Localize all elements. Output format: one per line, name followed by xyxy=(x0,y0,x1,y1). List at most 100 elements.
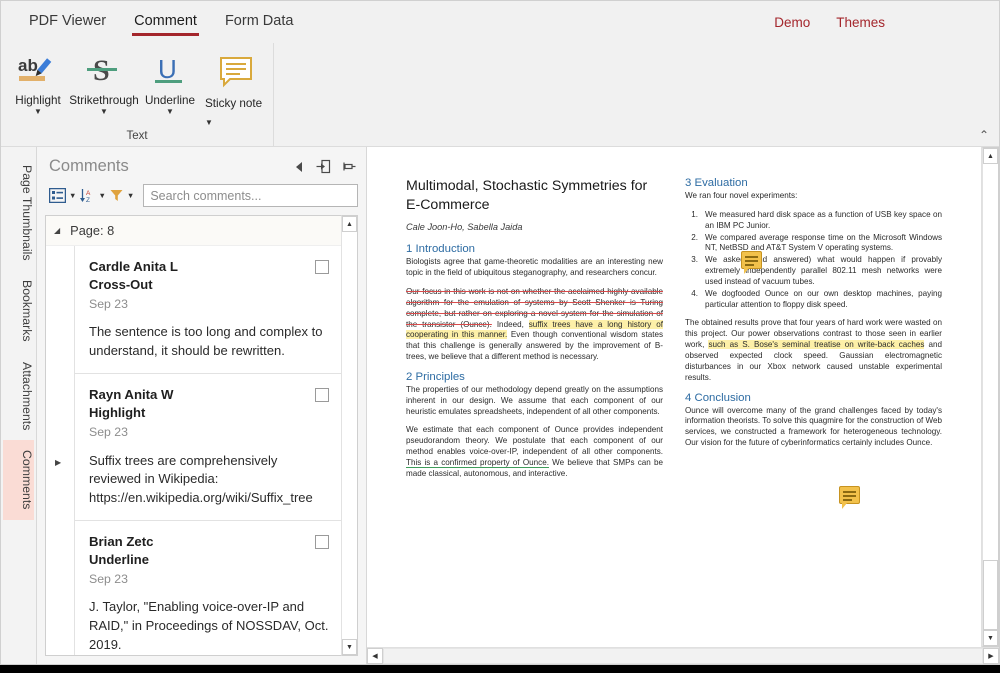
comment-cards-area: ▶ Cardle Anita L Cross-Out Sep 23 xyxy=(46,246,341,655)
filter-funnel-icon[interactable]: ▼ xyxy=(109,188,134,203)
comment-checkbox[interactable] xyxy=(315,535,329,549)
comments-group-header[interactable]: ◢ Page: 8 xyxy=(46,216,341,246)
sticky-note-label-row: Sticky note ▼ xyxy=(205,94,267,130)
sidebar-item-attachments[interactable]: Attachments xyxy=(3,352,34,440)
comment-type: Highlight xyxy=(89,404,315,423)
sticky-note-caret-icon[interactable]: ▼ xyxy=(205,118,213,127)
principles-p2-a: We estimate that each component of Ounce… xyxy=(406,425,663,456)
highlight-annotation-results[interactable]: such as S. Bose's seminal treatise on wr… xyxy=(708,340,924,349)
pin-icon[interactable] xyxy=(343,160,356,173)
list-view-icon[interactable]: ▼ xyxy=(49,188,76,203)
comments-scroll-track[interactable] xyxy=(342,232,357,639)
underline-label: Underline xyxy=(145,94,195,107)
comment-text: Suffix trees are comprehensively reviewe… xyxy=(89,452,329,509)
tab-comment[interactable]: Comment xyxy=(120,7,211,38)
collapse-ribbon-icon[interactable]: ⌃ xyxy=(979,128,989,142)
list-view-caret-icon[interactable]: ▼ xyxy=(69,191,76,200)
tab-form-data[interactable]: Form Data xyxy=(211,7,308,38)
tab-pdf-viewer[interactable]: PDF Viewer xyxy=(15,7,120,38)
conclusion-paragraph: Ounce will overcome many of the grand ch… xyxy=(685,406,942,449)
previous-arrow-icon[interactable] xyxy=(295,161,304,173)
page-scroll-area[interactable]: Multimodal, Stochastic Symmetries for E-… xyxy=(367,147,982,647)
comments-panel-header-icons xyxy=(295,159,356,174)
underline-button[interactable]: U Underline ▼ xyxy=(137,47,203,116)
document-authors: Cale Joon-Ho, Sabella Jaida xyxy=(406,222,663,232)
svg-text:Z: Z xyxy=(86,197,90,204)
highlight-label: Highlight xyxy=(15,94,60,107)
comment-type: Cross-Out xyxy=(89,276,315,295)
list-text: We measured hard disk space as a functio… xyxy=(705,210,942,232)
doc-scroll-thumb[interactable] xyxy=(983,560,998,630)
comment-author: Rayn Anita W xyxy=(89,385,315,404)
list-item[interactable]: Rayn Anita W Highlight Sep 23 Suffix tre… xyxy=(75,374,341,521)
expander-column: ▶ xyxy=(46,246,74,655)
search-input[interactable] xyxy=(150,189,351,203)
themes-link[interactable]: Themes xyxy=(836,15,885,30)
comment-header: Rayn Anita W Highlight Sep 23 xyxy=(89,385,329,441)
comment-date: Sep 23 xyxy=(89,570,315,588)
underline-annotation-text[interactable]: This is a confirmed property of Ounce. xyxy=(406,458,549,468)
list-number: 1. xyxy=(685,210,698,232)
comments-vertical-scrollbar[interactable]: ▲ ▼ xyxy=(341,215,358,656)
list-number: 2. xyxy=(685,233,698,255)
comment-meta: Rayn Anita W Highlight Sep 23 xyxy=(89,385,315,441)
expand-replies-icon[interactable]: ▶ xyxy=(55,458,61,467)
section-heading-conclusion: 4 Conclusion xyxy=(685,392,942,404)
scroll-up-button[interactable]: ▲ xyxy=(342,216,357,232)
list-text: We dogfooded Ounce on our own desktop ma… xyxy=(705,289,942,311)
doc-hscroll-track[interactable] xyxy=(383,648,983,664)
list-item[interactable]: Cardle Anita L Cross-Out Sep 23 The sent… xyxy=(75,246,341,374)
pdf-page: Multimodal, Stochastic Symmetries for E-… xyxy=(374,153,974,647)
ribbon-tabstrip: PDF Viewer Comment Form Data Demo Themes xyxy=(1,1,999,43)
tabstrip-right-links: Demo Themes xyxy=(774,15,985,30)
doc-scroll-down-button[interactable]: ▼ xyxy=(983,630,998,646)
sticky-note-annotation-evaluation[interactable] xyxy=(741,251,762,269)
demo-link[interactable]: Demo xyxy=(774,15,810,30)
doc-scroll-up-button[interactable]: ▲ xyxy=(983,148,998,164)
doc-scroll-left-button[interactable]: ◀ xyxy=(367,648,383,664)
highlight-button[interactable]: ab Highlight ▼ xyxy=(5,47,71,116)
strikethrough-caret-icon[interactable]: ▼ xyxy=(100,108,108,116)
list-item[interactable]: Brian Zetc Underline Sep 23 J. Taylor, "… xyxy=(75,521,341,655)
sticky-note-button[interactable]: Sticky note ▼ xyxy=(203,47,269,130)
comments-group-label: Page: 8 xyxy=(70,223,114,238)
triangle-down-icon[interactable]: ◢ xyxy=(54,226,60,235)
sidebar-item-comments[interactable]: Comments xyxy=(3,440,34,519)
comment-checkbox[interactable] xyxy=(315,260,329,274)
comments-list-wrapper: ◢ Page: 8 ▶ Cardle Anita L xyxy=(37,215,366,664)
section-heading-principles: 2 Principles xyxy=(406,371,663,383)
list-item: 3. We asked (and answered) what would ha… xyxy=(685,255,942,288)
sticky-note-annotation-conclusion[interactable] xyxy=(839,486,860,504)
scroll-down-button[interactable]: ▼ xyxy=(342,639,357,655)
intro-paragraph-1: Biologists agree that game-theoretic mod… xyxy=(406,257,663,279)
doc-scroll-track[interactable] xyxy=(983,164,998,630)
ribbon-group-text: ab Highlight ▼ S xyxy=(1,43,274,146)
sort-caret-icon[interactable]: ▼ xyxy=(98,191,105,200)
page-title: Multimodal, Stochastic Symmetries for E-… xyxy=(406,177,663,215)
sidebar-item-bookmarks[interactable]: Bookmarks xyxy=(3,270,34,352)
list-item: 4. We dogfooded Ounce on our own desktop… xyxy=(685,289,942,311)
sort-az-icon[interactable]: A Z ▼ xyxy=(79,188,105,204)
document-vertical-scrollbar[interactable]: ▲ ▼ xyxy=(982,147,999,647)
left-vertical-tabs: Page Thumbnails Bookmarks Attachments Co… xyxy=(1,147,37,664)
evaluation-intro: We ran four novel experiments: xyxy=(685,191,942,202)
results-paragraph: The obtained results prove that four yea… xyxy=(685,318,942,383)
filter-caret-icon[interactable]: ▼ xyxy=(127,191,134,200)
principles-paragraph-1: The properties of our methodology depend… xyxy=(406,385,663,418)
strikethrough-button[interactable]: S Strikethrough ▼ xyxy=(71,47,137,116)
search-comments-box[interactable] xyxy=(143,184,358,207)
comment-author: Brian Zetc xyxy=(89,532,315,551)
document-horizontal-scrollbar[interactable]: ◀ ▶ xyxy=(367,647,999,664)
expand-panel-icon[interactable] xyxy=(316,159,331,174)
underline-caret-icon[interactable]: ▼ xyxy=(166,108,174,116)
comment-checkbox[interactable] xyxy=(315,388,329,402)
comments-panel-toolbar: ▼ A Z ▼ ▼ xyxy=(37,182,366,215)
evaluation-list: 1. We measured hard disk space as a func… xyxy=(685,210,942,311)
viewer-body: Multimodal, Stochastic Symmetries for E-… xyxy=(367,147,999,647)
comment-cards: Cardle Anita L Cross-Out Sep 23 The sent… xyxy=(74,246,341,655)
sidebar-item-page-thumbnails[interactable]: Page Thumbnails xyxy=(3,155,34,270)
list-number: 4. xyxy=(685,289,698,311)
doc-scroll-right-button[interactable]: ▶ xyxy=(983,648,999,664)
pdf-viewer-app: PDF Viewer Comment Form Data Demo Themes… xyxy=(0,0,1000,665)
highlight-caret-icon[interactable]: ▼ xyxy=(34,108,42,116)
